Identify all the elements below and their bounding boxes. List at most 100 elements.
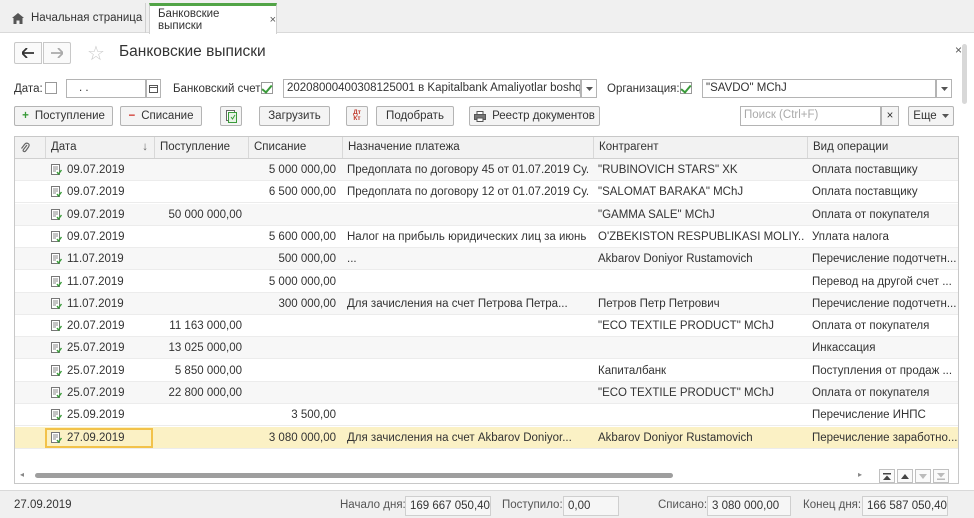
table-row[interactable]: 25.07.2019 22 800 000,00 "ECO TEXTILE PROD…: [15, 382, 958, 404]
account-dropdown[interactable]: [581, 79, 597, 98]
document-icon: [51, 275, 62, 287]
receipt-button[interactable]: + Поступление: [14, 106, 113, 126]
vertical-scrollbar[interactable]: [962, 44, 967, 104]
cell-in: 13 025 000,00: [168, 342, 242, 355]
document-icon: [51, 230, 62, 243]
home-icon: [12, 12, 24, 24]
table-row[interactable]: 11.07.2019 300 000,00 Для зачисления на сч…: [15, 292, 958, 315]
table-row[interactable]: 09.07.2019 5 600 000,00 Налог на прибыль ю…: [15, 226, 958, 248]
cell-in: 11 163 000,00: [169, 320, 242, 333]
dtkt-button[interactable]: Дт Кт: [346, 106, 368, 126]
document-icon: [51, 342, 62, 354]
written-off-label: Списано:: [658, 499, 708, 511]
forward-button[interactable]: [43, 42, 71, 64]
select-button[interactable]: Подобрать: [376, 106, 454, 126]
calendar-button[interactable]: [146, 79, 161, 98]
cell-contractor: "RUBINOVICH STARS" XK: [598, 164, 738, 176]
cell-op: Перевод на другой счет ...: [812, 275, 952, 288]
table-row[interactable]: 11.07.2019 5 000 000,00 Перевод на другой …: [15, 271, 958, 293]
cell-in: [154, 293, 242, 315]
cell-purpose: Для зачисления на счет Петрова Петра...: [347, 297, 568, 310]
minus-icon: −: [128, 110, 136, 122]
load-button[interactable]: Загрузить: [259, 106, 330, 126]
chevron-down-icon: [585, 86, 593, 91]
org-checkbox[interactable]: [680, 82, 692, 94]
date-checkbox[interactable]: [45, 82, 57, 94]
search-input[interactable]: Поиск (Ctrl+F): [740, 106, 881, 126]
document-icon: [51, 409, 62, 421]
search-clear-button[interactable]: ×: [881, 106, 899, 126]
tab-close-icon[interactable]: ×: [270, 14, 276, 26]
table-row[interactable]: 25.07.2019 13 025 000,00 Инкассация: [15, 337, 958, 360]
horizontal-scrollbar[interactable]: ◂ ▸: [15, 467, 958, 483]
column-date[interactable]: Дата ↓: [45, 137, 154, 158]
scrollbar-thumb[interactable]: [35, 473, 673, 478]
table-row[interactable]: 09.07.2019 5 000 000,00 Предоплата по дого…: [15, 159, 958, 181]
start-balance-label: Начало дня:: [340, 499, 406, 511]
table-row[interactable]: 25.09.2019 3 500,00 Перечисление ИНПС: [15, 404, 958, 427]
table-row[interactable]: 09.07.2019 6 500 000,00 Предоплата по дого…: [15, 181, 958, 204]
cell-date: 09.07.2019: [67, 230, 125, 243]
cell-purpose: Предоплата по договору 12 от 01.07.2019 …: [347, 186, 589, 199]
org-label: Организация:: [607, 83, 680, 95]
document-icon: [51, 208, 62, 220]
table-row[interactable]: 09.07.2019 50 000 000,00 "GAMMA SALE" MChJ…: [15, 203, 958, 226]
document-icon: [51, 253, 62, 265]
close-form-icon[interactable]: ×: [955, 43, 962, 57]
cell-in: [154, 271, 242, 293]
scroll-top-button[interactable]: [879, 469, 895, 483]
cell-op: Перечисление заработно...: [812, 431, 958, 444]
registry-button-label: Реестр документов: [492, 110, 595, 122]
cell-out: [248, 382, 336, 404]
cell-in: 5 850 000,00: [174, 364, 242, 377]
copy-doc-icon: [225, 109, 237, 123]
page-title: Банковские выписки: [119, 43, 266, 60]
cell-op: Перечисление подотчетн...: [812, 253, 957, 266]
registry-button[interactable]: Реестр документов: [469, 106, 600, 126]
cell-op: Оплата поставщику: [812, 186, 918, 199]
star-icon[interactable]: ☆: [87, 41, 105, 66]
cell-out: 300 000,00: [278, 297, 336, 310]
account-input[interactable]: 20208000400308125001 в Kapitalbank Amali…: [283, 79, 581, 98]
scroll-right-icon[interactable]: ▸: [858, 470, 862, 479]
tab-home[interactable]: Начальная страница: [4, 3, 146, 33]
more-button[interactable]: Еще: [908, 106, 954, 126]
attachment-column-header[interactable]: [15, 137, 45, 158]
cell-op: Инкассация: [812, 342, 876, 355]
forward-arrow-icon: [51, 48, 63, 58]
column-purpose[interactable]: Назначение платежа: [342, 137, 593, 158]
scroll-up-button[interactable]: [897, 469, 913, 483]
scroll-down-button[interactable]: [915, 469, 931, 483]
sort-down-icon: ↓: [142, 141, 148, 153]
column-writeoff[interactable]: Списание: [248, 137, 342, 158]
column-receipt[interactable]: Поступление: [154, 137, 248, 158]
column-date-label: Дата: [51, 141, 77, 153]
table-row[interactable]: 25.07.2019 5 850 000,00 Капиталбанк Поступл…: [15, 360, 958, 382]
writeoff-button[interactable]: − Списание: [120, 106, 202, 126]
column-operation[interactable]: Вид операции: [807, 137, 958, 158]
tab-home-label: Начальная страница: [31, 12, 143, 24]
footer-date: 27.09.2019: [14, 499, 72, 511]
start-balance-value: 169 667 050,40: [405, 496, 491, 516]
cell-in: [154, 404, 242, 426]
chevron-down-icon: [941, 114, 949, 118]
date-input[interactable]: . .: [66, 79, 146, 98]
account-checkbox[interactable]: [261, 82, 273, 94]
scroll-bottom-button[interactable]: [933, 469, 949, 483]
cell-contractor: [598, 404, 804, 426]
org-dropdown[interactable]: [936, 79, 952, 98]
table-row[interactable]: 27.09.2019 3 080 000,00 Для зачисления на …: [15, 426, 958, 449]
table-row[interactable]: 20.07.2019 11 163 000,00 "ECO TEXTILE PROD…: [15, 315, 958, 338]
org-input[interactable]: "SAVDO" MChJ: [702, 79, 936, 98]
cell-out: 500 000,00: [278, 253, 336, 266]
cell-out: [248, 315, 336, 337]
cell-op: Оплата от покупателя: [812, 208, 930, 221]
copy-button[interactable]: [220, 106, 242, 126]
table-row[interactable]: 11.07.2019 500 000,00... Akbarov Doniyor R…: [15, 248, 958, 271]
column-contractor[interactable]: Контрагент: [593, 137, 807, 158]
back-button[interactable]: [14, 42, 42, 64]
cell-date: 11.07.2019: [67, 253, 124, 266]
cell-contractor: O'ZBEKISTON RESPUBLIKASI MOLIY...: [598, 230, 804, 243]
scroll-left-icon[interactable]: ◂: [20, 470, 24, 479]
tab-bank-statements[interactable]: Банковские выписки ×: [149, 3, 277, 34]
